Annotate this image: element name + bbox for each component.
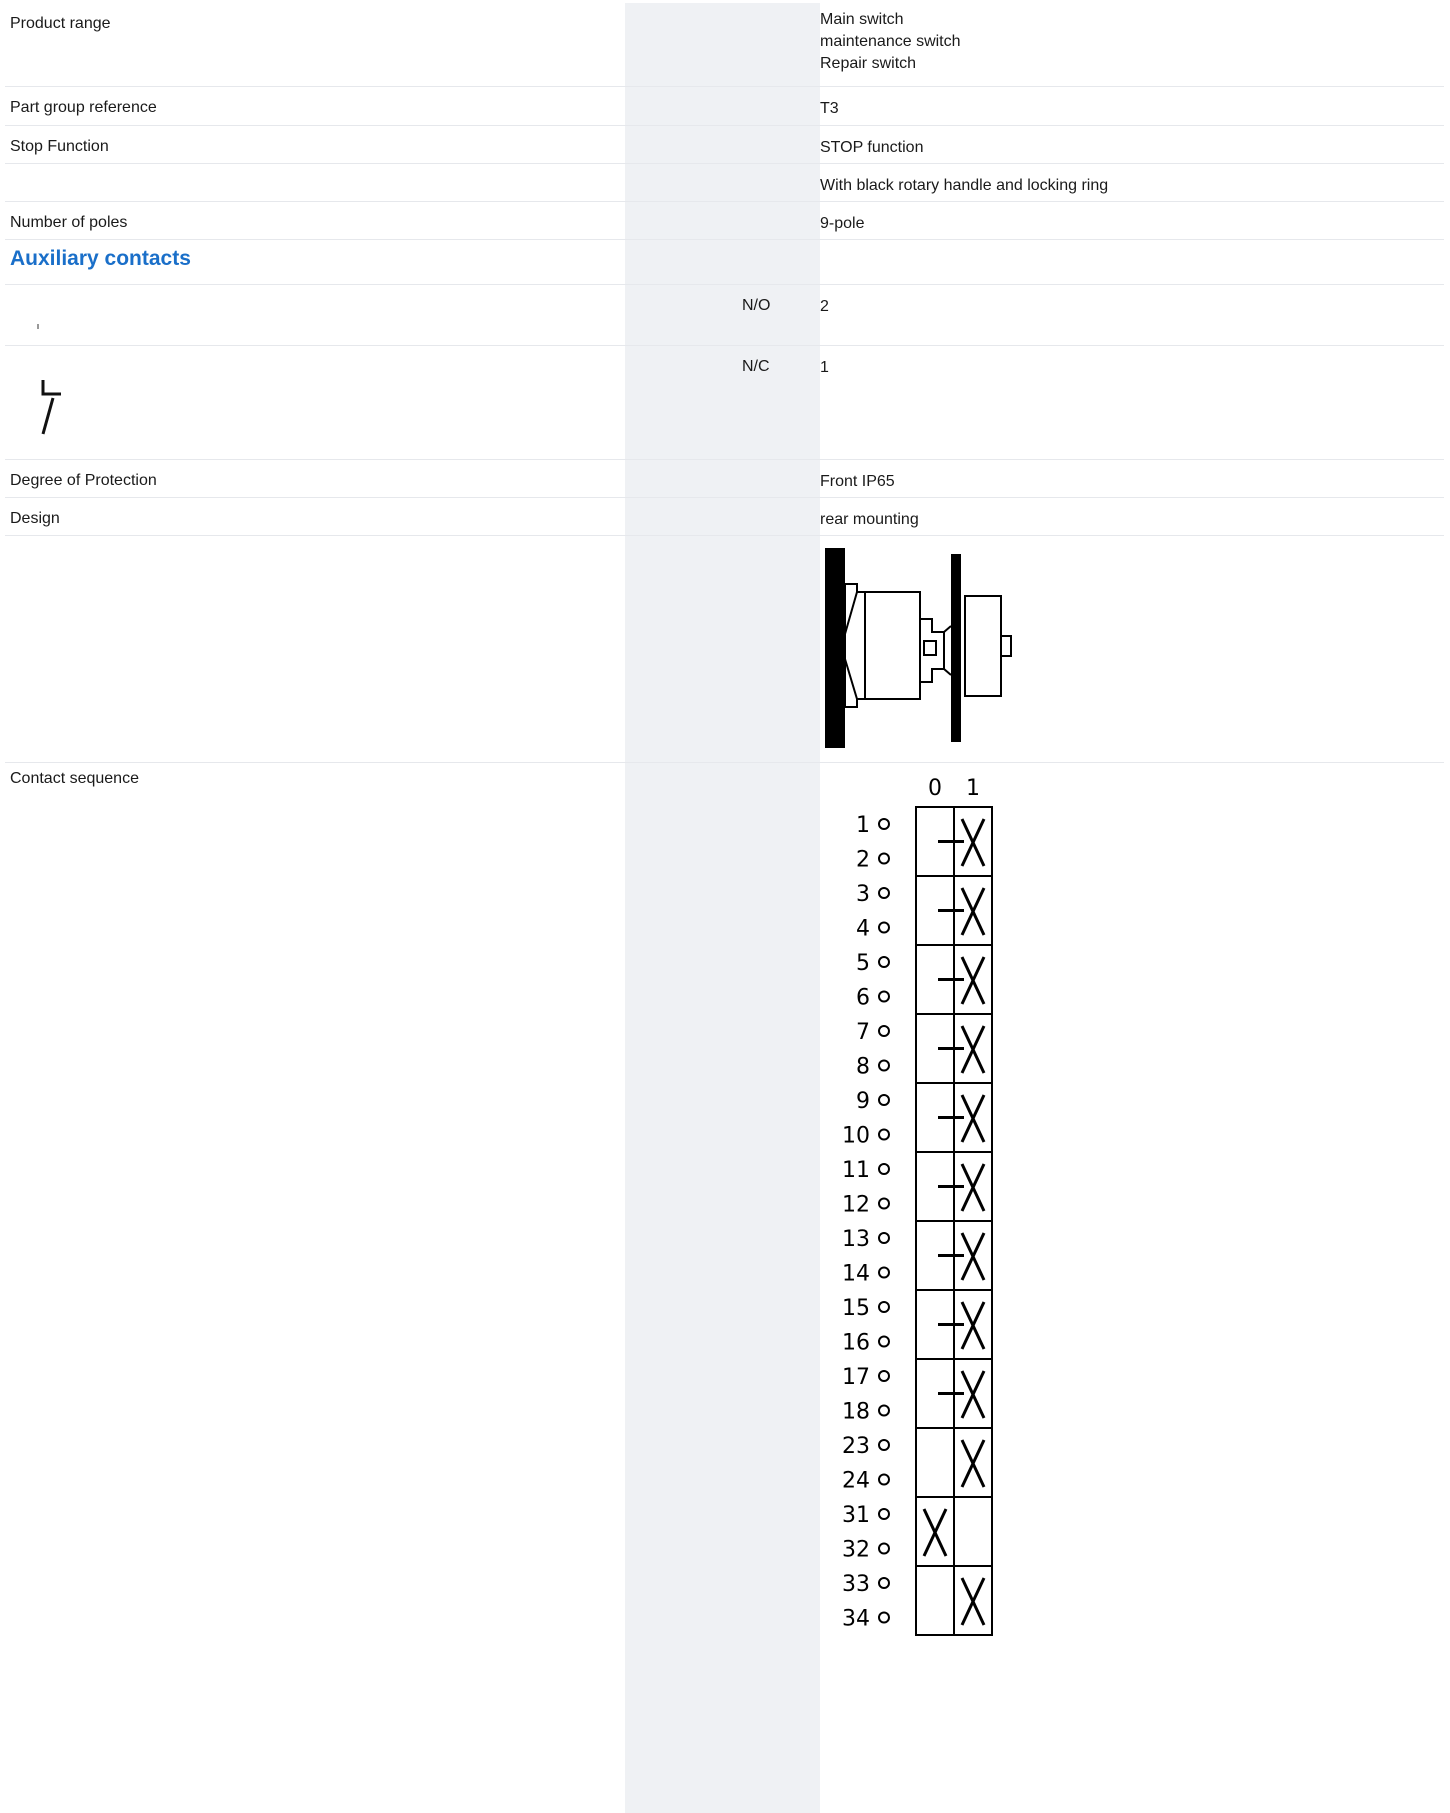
row-value: With black rotary handle and locking rin… xyxy=(820,177,1109,194)
row-aux-no: N/O 2 xyxy=(5,285,1444,346)
terminal-circle xyxy=(878,1128,890,1141)
position-label: 1 xyxy=(966,776,980,801)
terminal-circle xyxy=(878,852,890,865)
terminal-label: 7 xyxy=(856,1020,870,1045)
terminal-label: 3 xyxy=(856,882,870,907)
terminal-circle xyxy=(878,990,890,1003)
row-design-drawing xyxy=(5,536,1444,763)
row-label: Part group reference xyxy=(10,99,157,116)
terminal-label: 23 xyxy=(842,1434,870,1459)
cell-position-0 xyxy=(915,1427,955,1498)
terminal-label: 17 xyxy=(842,1365,870,1390)
terminal-label: 24 xyxy=(842,1469,870,1494)
terminal-label: 13 xyxy=(842,1227,870,1252)
terminal-circle xyxy=(878,1404,890,1417)
row-value: STOP function xyxy=(820,139,924,156)
normally-closed-contact-icon xyxy=(41,380,61,435)
terminal-label: 10 xyxy=(842,1124,870,1149)
terminal-circle xyxy=(878,1577,890,1589)
terminal-label: 32 xyxy=(842,1538,870,1563)
cell-position-1 xyxy=(953,1496,993,1567)
terminal-circle xyxy=(878,1266,890,1279)
row-protection: Degree of Protection Front IP65 xyxy=(5,460,1444,498)
row-label: Contact sequence xyxy=(10,770,139,787)
terminal-label: 6 xyxy=(856,986,870,1011)
aux-unit: N/C xyxy=(742,358,770,375)
row-aux-nc: N/C 1 xyxy=(5,346,1444,460)
cell-position-0 xyxy=(915,1565,955,1636)
row-handle: With black rotary handle and locking rin… xyxy=(5,164,1444,202)
terminal-circle xyxy=(878,887,890,899)
terminal-circle xyxy=(878,1370,890,1382)
terminal-circle xyxy=(878,1439,890,1451)
terminal-label: 14 xyxy=(842,1262,870,1287)
terminal-label: 8 xyxy=(856,1055,870,1080)
row-value: Front IP65 xyxy=(820,473,895,490)
row-part-group: Part group reference T3 xyxy=(5,87,1444,126)
terminal-label: 11 xyxy=(842,1158,870,1183)
row-label: Product range xyxy=(10,15,111,32)
terminal-circle xyxy=(878,1059,890,1072)
terminal-label: 12 xyxy=(842,1193,870,1218)
terminal-circle xyxy=(878,1163,890,1175)
contact-sequence-diagram: 0 112345678910111213141516171823243132333… xyxy=(842,776,993,1636)
row-value: T3 xyxy=(820,100,839,117)
row-design: Design rear mounting xyxy=(5,498,1444,536)
terminal-circle xyxy=(878,1335,890,1348)
terminal-circle xyxy=(878,1025,890,1037)
aux-value: 1 xyxy=(820,359,829,376)
terminal-circle xyxy=(878,1473,890,1486)
normally-open-contact-icon xyxy=(37,324,39,329)
terminal-label: 2 xyxy=(856,848,870,873)
spec-table: Product range Main switch maintenance sw… xyxy=(5,3,1444,1813)
row-stop-function: Stop Function STOP function xyxy=(5,126,1444,164)
terminal-label: 18 xyxy=(842,1400,870,1425)
row-label: Degree of Protection xyxy=(10,472,157,489)
rear-mounting-diagram xyxy=(825,548,1012,748)
section-auxiliary: Auxiliary contacts xyxy=(5,240,1444,285)
terminal-circle xyxy=(878,1542,890,1555)
terminal-circle xyxy=(878,818,890,830)
terminal-label: 33 xyxy=(842,1572,870,1597)
section-title: Auxiliary contacts xyxy=(10,247,191,270)
terminal-label: 5 xyxy=(856,951,870,976)
terminal-label: 31 xyxy=(842,1503,870,1528)
terminal-circle xyxy=(878,1094,890,1106)
terminal-circle xyxy=(878,1611,890,1624)
row-label: Number of poles xyxy=(10,214,128,231)
terminal-label: 15 xyxy=(842,1296,870,1321)
terminal-circle xyxy=(878,921,890,934)
row-value: rear mounting xyxy=(820,511,919,528)
terminal-label: 16 xyxy=(842,1331,870,1356)
terminal-circle xyxy=(878,956,890,968)
position-label: 0 xyxy=(928,776,942,801)
terminal-label: 1 xyxy=(856,813,870,838)
row-label: Stop Function xyxy=(10,138,109,155)
terminal-label: 34 xyxy=(842,1607,870,1632)
aux-unit: N/O xyxy=(742,297,771,314)
terminal-circle xyxy=(878,1232,890,1244)
row-product-range: Product range Main switch maintenance sw… xyxy=(5,3,1444,87)
aux-value: 2 xyxy=(820,298,829,315)
row-value: 9-pole xyxy=(820,215,865,232)
terminal-circle xyxy=(878,1508,890,1520)
terminal-circle xyxy=(878,1301,890,1313)
terminal-label: 4 xyxy=(856,917,870,942)
row-poles: Number of poles 9-pole xyxy=(5,202,1444,240)
terminal-label: 9 xyxy=(856,1089,870,1114)
row-contact-sequence: Contact sequence 0 1 1 2 3 4 5 6 7 8 9 10 11 12 13 14 15… xyxy=(5,763,1444,1813)
terminal-circle xyxy=(878,1197,890,1210)
row-label: Design xyxy=(10,510,60,527)
row-value: Main switch maintenance switch Repair sw… xyxy=(820,11,961,72)
